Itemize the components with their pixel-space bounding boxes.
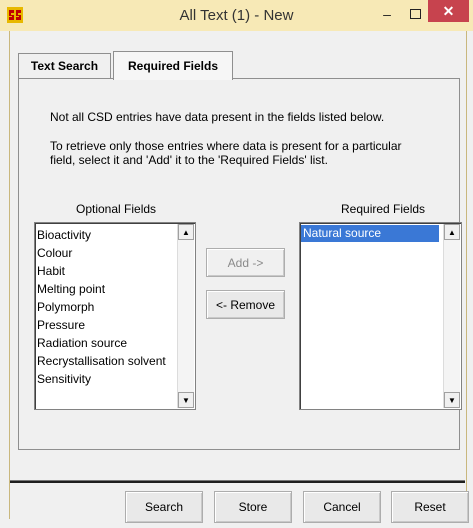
list-item[interactable]: Melting point <box>35 280 195 298</box>
scroll-up-arrow-icon[interactable]: ▲ <box>178 224 194 240</box>
maximize-icon <box>409 9 421 19</box>
cancel-button[interactable]: Cancel <box>303 491 381 523</box>
required-list-scrollbar[interactable]: ▲ ▼ <box>443 224 460 408</box>
scroll-up-arrow-icon[interactable]: ▲ <box>444 224 460 240</box>
title-bar: All Text (1) - New – ✕ <box>0 0 473 31</box>
tab-text-search[interactable]: Text Search <box>18 53 111 78</box>
remove-button[interactable]: <- Remove <box>206 290 285 319</box>
list-item[interactable]: Polymorph <box>35 298 195 316</box>
list-item[interactable]: Recrystallisation solvent <box>35 352 195 370</box>
optional-list-scrollbar[interactable]: ▲ ▼ <box>177 224 194 408</box>
store-button[interactable]: Store <box>214 491 292 523</box>
close-button[interactable]: ✕ <box>428 0 469 22</box>
list-item-selected[interactable]: Natural source <box>301 225 439 242</box>
add-button[interactable]: Add -> <box>206 248 285 277</box>
reset-button[interactable]: Reset <box>391 491 469 523</box>
info-text-2: To retrieve only those entries where dat… <box>50 139 402 167</box>
optional-fields-list[interactable]: Bioactivity Colour Habit Melting point P… <box>34 222 196 410</box>
list-item[interactable]: Bioactivity <box>35 226 195 244</box>
search-button[interactable]: Search <box>125 491 203 523</box>
scroll-down-arrow-icon[interactable]: ▼ <box>178 392 194 408</box>
maximize-button[interactable] <box>401 0 429 28</box>
optional-fields-label: Optional Fields <box>76 202 157 216</box>
scroll-down-arrow-icon[interactable]: ▼ <box>444 392 460 408</box>
tab-required-fields[interactable]: Required Fields <box>113 51 233 80</box>
info-text-1: Not all CSD entries have data present in… <box>50 110 385 124</box>
list-item[interactable]: Colour <box>35 244 195 262</box>
required-fields-list[interactable]: Natural source ▲ ▼ <box>299 222 462 410</box>
required-fields-label: Required Fields <box>341 202 426 216</box>
list-item[interactable]: Habit <box>35 262 195 280</box>
list-item[interactable]: Sensitivity <box>35 370 195 388</box>
list-item[interactable]: Pressure <box>35 316 195 334</box>
minimize-button[interactable]: – <box>373 0 401 28</box>
list-item[interactable]: Radiation source <box>35 334 195 352</box>
